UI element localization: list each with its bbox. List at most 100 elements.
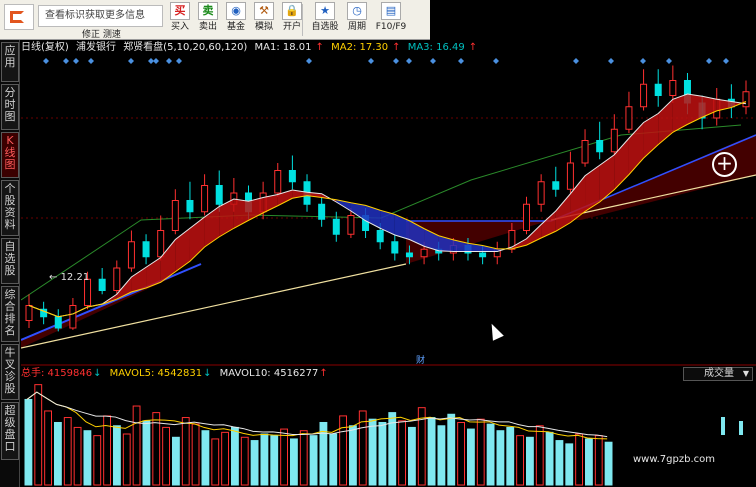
info-diamond-marker xyxy=(393,58,399,64)
sell-label: 卖出 xyxy=(198,22,217,32)
tab-kline[interactable]: K线图 xyxy=(1,132,19,178)
ma3-up-arrow-icon: ↑ xyxy=(468,42,478,53)
candle-body xyxy=(654,83,662,96)
volume-bar xyxy=(447,413,456,486)
toolbar: 查看标识获取更多信息 买买入卖卖出 ◉ 基金 ⚒ 模拟 🔒 开户 ★ 自选股 ◷ 周期 ▤ F10/F9… xyxy=(0,0,430,40)
candle-body xyxy=(742,91,750,108)
candle-body xyxy=(186,200,194,213)
tab-intraday[interactable]: 分时图 xyxy=(1,84,19,130)
volume-bar xyxy=(221,431,230,486)
candle-body xyxy=(610,128,618,153)
period-button[interactable]: ◷ 周期 xyxy=(340,2,374,38)
sell-button[interactable]: 卖卖出 xyxy=(194,2,222,38)
volume-bar xyxy=(349,425,357,486)
volume-bar xyxy=(506,426,515,486)
candle-body xyxy=(523,203,531,231)
ma1-label: MA1: 18.01 xyxy=(254,42,312,53)
zoom-in-button[interactable]: + xyxy=(712,152,737,177)
candle-body xyxy=(566,162,574,190)
ma1-up-arrow-icon: ↑ xyxy=(315,42,324,53)
volume-bar xyxy=(73,426,82,486)
info-diamond-marker xyxy=(166,58,172,64)
ma-fill-band xyxy=(687,94,703,125)
volume-bar xyxy=(231,426,239,486)
tab-ranking[interactable]: 综合排名 xyxy=(1,286,19,342)
volume-bar xyxy=(172,436,180,486)
tab-watchlist[interactable]: 自选股 xyxy=(1,238,19,284)
volume-bar xyxy=(270,435,279,486)
f10-label: F10/F9 xyxy=(375,22,407,32)
candle-body xyxy=(625,106,633,130)
info-diamond-marker xyxy=(666,58,672,64)
info-diamond-marker xyxy=(406,58,412,64)
tab-app[interactable]: 应用 xyxy=(1,42,19,82)
tab-diagnosis[interactable]: 牛叉诊股 xyxy=(1,344,19,400)
f10-button[interactable]: ▤ F10/F9 xyxy=(374,2,408,38)
volume-bar xyxy=(181,417,190,486)
volume-bar xyxy=(467,428,475,486)
buy-label: 买入 xyxy=(170,22,189,32)
volume-bar xyxy=(739,421,743,435)
kline-chart[interactable] xyxy=(21,40,756,487)
candle-body xyxy=(405,252,413,258)
volume-bar xyxy=(54,421,62,486)
volume-bar xyxy=(594,435,603,486)
volume-bar xyxy=(142,420,151,486)
simulate-button[interactable]: ⚒ 模拟 xyxy=(250,2,278,38)
chart-area[interactable]: 日线(复权) 浦发银行 郑贤看盘(5,10,20,60,120) MA1: 18… xyxy=(21,40,756,487)
tab-super-orderbook[interactable]: 超级盘口 xyxy=(1,402,19,460)
volume-bar xyxy=(201,430,210,486)
ma-fill-band xyxy=(204,206,220,247)
speed-test-label[interactable]: 测速 xyxy=(103,30,121,40)
volume-bar xyxy=(486,423,495,486)
candle-body xyxy=(274,170,282,194)
info-diamond-marker xyxy=(128,58,134,64)
volume-bar xyxy=(309,435,318,486)
volume-bar xyxy=(24,398,33,486)
info-diamond-marker xyxy=(63,58,69,64)
watchlist-button[interactable]: ★ 自选股 xyxy=(308,2,342,38)
finance-marker[interactable]: 财 xyxy=(416,353,425,366)
volume-indicator-select[interactable]: 成交量 ▼ xyxy=(683,367,753,381)
volume-bar xyxy=(585,438,593,486)
volume-bar xyxy=(378,421,387,486)
total-down-arrow-icon: ↓ xyxy=(93,368,102,379)
toolbar-partial-labels: 修正 测速 xyxy=(82,27,121,40)
candle-body xyxy=(98,278,106,291)
ma3-label: MA3: 16.49 xyxy=(407,42,465,53)
info-diamond-marker xyxy=(430,58,436,64)
info-diamond-marker xyxy=(706,58,712,64)
tab-stock-profile[interactable]: 个股资料 xyxy=(1,180,19,236)
stock-name: 浦发银行 xyxy=(76,42,116,53)
candle-body xyxy=(54,316,62,329)
volume-bar xyxy=(93,435,102,486)
volume-bar xyxy=(162,426,171,486)
revise-label[interactable]: 修正 xyxy=(82,30,100,40)
volume-bar xyxy=(280,428,288,486)
info-diamond-marker xyxy=(73,58,79,64)
volume-bar xyxy=(437,425,446,486)
volume-bar xyxy=(339,415,347,486)
volume-bar xyxy=(290,438,298,486)
fund-button[interactable]: ◉ 基金 xyxy=(222,2,250,38)
buy-button[interactable]: 买买入 xyxy=(166,2,194,38)
volume-bar xyxy=(34,384,43,486)
indicator-label: 郑贤看盘(5,10,20,60,120) xyxy=(123,42,248,53)
period-label: 日线(复权) xyxy=(21,42,69,53)
volume-bar xyxy=(575,433,584,486)
volume-bar xyxy=(526,436,534,486)
app-logo-icon[interactable] xyxy=(4,4,34,30)
search-input[interactable]: 查看标识获取更多信息 xyxy=(38,5,163,27)
info-diamond-marker xyxy=(306,58,312,64)
candle-body xyxy=(537,181,545,205)
info-diamond-marker xyxy=(723,58,729,64)
candle-body xyxy=(215,185,223,205)
volume-bar xyxy=(191,423,200,486)
simulate-icon: ⚒ xyxy=(254,2,274,20)
period-label: 周期 xyxy=(347,22,366,32)
volume-bar xyxy=(63,417,72,486)
volume-bar xyxy=(44,410,52,486)
ma2-label: MA2: 17.30 xyxy=(331,42,389,53)
ma2-up-arrow-icon: ↑ xyxy=(392,42,401,53)
open-account-icon: 🔒 xyxy=(282,2,302,20)
